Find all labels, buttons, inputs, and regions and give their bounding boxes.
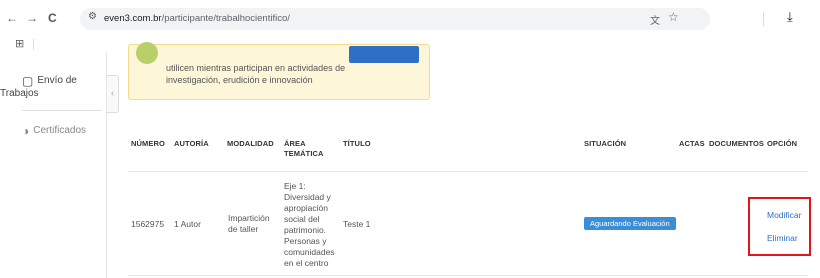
sidebar-item-label: Trabajos [0, 88, 39, 99]
cell-line: Impartición [228, 213, 270, 223]
cell-line: Diversidad y [284, 192, 331, 202]
sidebar-item-label: Certificados [33, 125, 87, 136]
cell-numero: 1562975 [131, 219, 165, 229]
col-header-documentos: DOCUMENTOS [709, 139, 765, 148]
download-icon[interactable]: ⤓ [787, 9, 793, 25]
col-header-line: TEMÁTICA [284, 149, 324, 158]
cell-line: patrimonio. [284, 225, 327, 235]
translate-icon[interactable]: 文 [650, 12, 660, 27]
certificate-icon: ◑ [22, 124, 30, 138]
bookmarks-divider [33, 39, 34, 50]
notice-line: utilicen mientras participan en activida… [166, 63, 346, 73]
cell-modalidad: Impartición de taller [228, 213, 270, 235]
col-header-opcion: OPCIÓN [767, 139, 798, 148]
col-header-titulo: TÍTULO [343, 139, 371, 148]
document-icon: ▢ [22, 74, 34, 88]
forward-icon[interactable]: → [26, 10, 38, 26]
notice-text: utilicen mientras participan en activida… [166, 62, 386, 86]
table-header-divider [128, 171, 808, 172]
col-header-autoria: AUTORÍA [174, 139, 209, 148]
col-header-line: ÁREA [284, 139, 306, 148]
bookmark-star-icon[interactable]: ☆ [668, 10, 679, 24]
col-header-numero: NÚMERO [131, 139, 165, 148]
url-domain: even3.com.br [104, 13, 162, 24]
url-text[interactable]: even3.com.br/participante/trabalhocienti… [104, 13, 290, 24]
notice-action-button[interactable] [349, 46, 419, 63]
cell-titulo: Teste 1 [343, 219, 371, 229]
apps-icon[interactable]: ⊞ [15, 37, 24, 50]
cell-area-tematica: Eje 1: Diversidad y apropiación social d… [284, 181, 335, 269]
sidebar-item-label: Envío de [37, 75, 77, 86]
cell-line: de taller [228, 224, 259, 234]
cell-line: comunidades [284, 247, 335, 257]
notice-line: investigación, erudición e innovación [166, 75, 313, 85]
site-settings-icon[interactable]: ⚙ [88, 11, 100, 23]
col-header-modalidad: MODALIDAD [227, 139, 274, 148]
reload-icon[interactable]: C [48, 10, 57, 26]
sidebar-divider [22, 110, 102, 111]
toolbar-divider [763, 12, 764, 26]
cell-line: en el centro [284, 258, 329, 268]
url-path: /participante/trabalhocientifico/ [161, 13, 290, 24]
notice-badge-icon [136, 42, 158, 64]
col-header-situacion: SITUACIÓN [584, 139, 627, 148]
cell-autoria: 1 Autor [174, 219, 201, 229]
back-icon[interactable]: ← [6, 10, 18, 26]
col-header-actas: ACTAS [679, 139, 705, 148]
sidebar-item-envio-trabajos[interactable]: ▢ Envío de Trabajos [0, 74, 77, 99]
highlight-box [748, 197, 811, 256]
cell-line: Personas y [284, 236, 327, 246]
cell-line: social del [284, 214, 320, 224]
sidebar-item-certificados[interactable]: ◑ Certificados [22, 124, 86, 138]
col-header-area-tematica: ÁREA TEMÁTICA [284, 139, 324, 159]
cell-line: apropiación [284, 203, 328, 213]
sidebar-collapse-toggle[interactable]: ‹ [107, 75, 119, 113]
chevron-left-icon: ‹ [110, 88, 115, 99]
table-row-divider [128, 275, 808, 276]
cell-line: Eje 1: [284, 181, 306, 191]
status-badge: Aguardando Evaluación [584, 217, 676, 230]
